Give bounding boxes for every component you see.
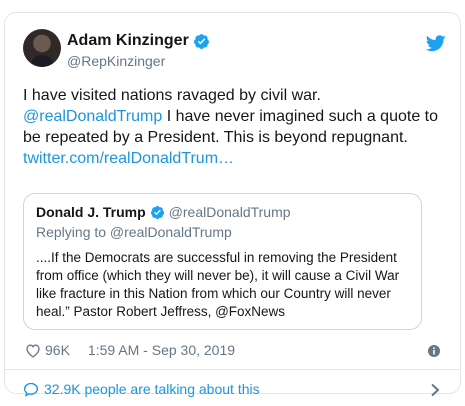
- author-name-row[interactable]: Adam Kinzinger: [67, 32, 210, 50]
- avatar[interactable]: [23, 29, 61, 67]
- tweet-text-line1: I have visited nations ravaged by civil …: [23, 87, 321, 104]
- tweet-meta: 96K 1:59 AM - Sep 30, 2019: [25, 342, 235, 358]
- replying-to: Replying to @realDonaldTrump: [36, 224, 232, 240]
- chevron-right-icon[interactable]: [430, 383, 440, 397]
- quoted-author-row: Donald J. Trump @realDonaldTrump: [36, 204, 409, 220]
- tweet-body: I have visited nations ravaged by civil …: [23, 85, 451, 169]
- talking-label[interactable]: 32.9K people are talking about this: [44, 381, 260, 397]
- timestamp[interactable]: 1:59 AM - Sep 30, 2019: [88, 342, 235, 358]
- conversation-link[interactable]: 32.9K people are talking about this: [23, 381, 260, 397]
- author-display-name[interactable]: Adam Kinzinger: [67, 32, 189, 50]
- verified-badge-icon: [150, 205, 164, 219]
- twitter-bird-icon[interactable]: [426, 35, 446, 52]
- heart-icon[interactable]: [25, 343, 41, 358]
- quoted-text: ....If the Democrats are successful in r…: [36, 250, 400, 319]
- author-handle[interactable]: @RepKinzinger: [67, 53, 165, 69]
- chat-bubble-icon: [23, 382, 39, 397]
- tweet-url-link[interactable]: twitter.com/realDonaldTrum…: [23, 150, 234, 167]
- quoted-tweet[interactable]: Donald J. Trump @realDonaldTrump Replyin…: [23, 193, 422, 330]
- verified-badge-icon: [193, 33, 209, 49]
- divider: [5, 369, 460, 370]
- tweet-card: Adam Kinzinger @RepKinzinger I have visi…: [4, 12, 461, 397]
- like-count[interactable]: 96K: [45, 342, 70, 358]
- info-icon[interactable]: [428, 345, 440, 357]
- quoted-handle: @realDonaldTrump: [168, 204, 291, 220]
- quoted-display-name: Donald J. Trump: [36, 204, 146, 220]
- mention-link[interactable]: @realDonaldTrump: [23, 108, 162, 125]
